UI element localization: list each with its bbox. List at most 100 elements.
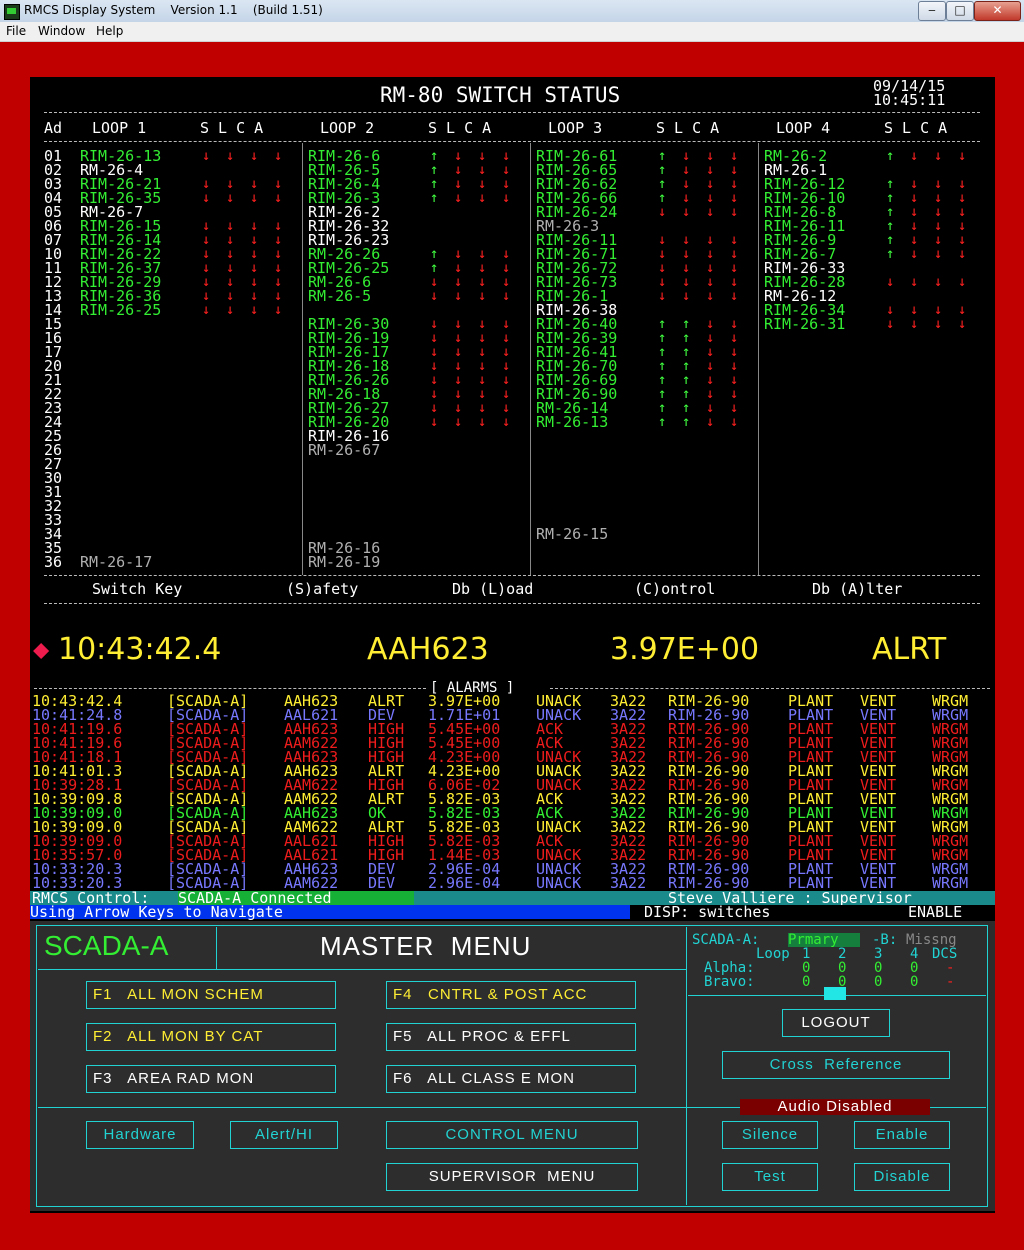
arrow-down-icon: ↓ xyxy=(226,148,235,164)
test-button[interactable]: Test xyxy=(722,1163,818,1191)
arrow-up-icon: ↑ xyxy=(658,386,667,402)
menu-window[interactable]: Window xyxy=(38,24,85,38)
arrow-down-icon: ↓ xyxy=(910,274,919,290)
arrow-down-icon: ↓ xyxy=(250,302,259,318)
maximize-button[interactable]: □ xyxy=(946,1,974,21)
arrow-down-icon: ↓ xyxy=(502,386,511,402)
arrow-down-icon: ↓ xyxy=(250,148,259,164)
window-titlebar[interactable]: RMCS Display System Version 1.1 (Build 1… xyxy=(0,0,1024,23)
arrow-down-icon: ↓ xyxy=(934,218,943,234)
arrow-down-icon: ↓ xyxy=(910,148,919,164)
arrow-down-icon: ↓ xyxy=(730,176,739,192)
arrow-down-icon: ↓ xyxy=(706,176,715,192)
arrow-down-icon: ↓ xyxy=(502,344,511,360)
logout-button[interactable]: LOGOUT xyxy=(782,1009,890,1037)
arrow-down-icon: ↓ xyxy=(202,232,211,248)
arrow-down-icon: ↓ xyxy=(274,260,283,276)
alert-hi-button[interactable]: Alert/HI xyxy=(230,1121,338,1149)
switch-item[interactable]: RM-26-15 xyxy=(536,527,608,542)
arrow-down-icon: ↓ xyxy=(910,316,919,332)
arrow-down-icon: ↓ xyxy=(226,288,235,304)
divider xyxy=(44,603,980,604)
divider xyxy=(38,969,686,970)
arrow-down-icon: ↓ xyxy=(682,274,691,290)
arrow-up-icon: ↑ xyxy=(430,190,439,206)
legend-load: Db (L)oad xyxy=(452,580,534,598)
arrow-down-icon: ↓ xyxy=(478,288,487,304)
minimize-button[interactable]: ‒ xyxy=(918,1,946,21)
arrow-up-icon: ↑ xyxy=(658,414,667,430)
switch-item[interactable]: RIM-26-31 xyxy=(764,317,845,332)
arrow-down-icon: ↓ xyxy=(958,232,967,248)
arrow-up-icon: ↑ xyxy=(658,330,667,346)
arrow-down-icon: ↓ xyxy=(934,204,943,220)
scada-b-status-value: Missng xyxy=(906,932,957,948)
master-menu-panel: SCADA-A MASTER MENU F1 ALL MON SCHEM F2 … xyxy=(30,921,995,1211)
arrow-down-icon: ↓ xyxy=(250,176,259,192)
switch-item[interactable]: RM-26-67 xyxy=(308,443,380,458)
alarm-loc: PLANT xyxy=(788,874,834,892)
arrow-down-icon: ↓ xyxy=(274,274,283,290)
heartbeat-indicator xyxy=(824,987,846,1000)
enable-button[interactable]: Enable xyxy=(854,1121,950,1149)
arrow-down-icon: ↓ xyxy=(658,246,667,262)
alarm-row[interactable]: 10:33:20.3 [SCADA-A] AAM622 DEV 2.96E-04 UNAC… xyxy=(30,874,995,892)
menu-file[interactable]: File xyxy=(6,24,26,38)
disable-button[interactable]: Disable xyxy=(854,1163,950,1191)
arrow-down-icon: ↓ xyxy=(682,204,691,220)
f6-all-class-e-mon-button[interactable]: F6 ALL CLASS E MON xyxy=(386,1065,636,1093)
switch-item[interactable]: RM-26-17 xyxy=(80,555,152,570)
arrow-down-icon: ↓ xyxy=(658,260,667,276)
arrow-up-icon: ↑ xyxy=(682,414,691,430)
f1-all-mon-schem-button[interactable]: F1 ALL MON SCHEM xyxy=(86,981,336,1009)
switch-item[interactable]: RM-26-19 xyxy=(308,555,380,570)
alarm-type: DEV xyxy=(368,874,396,892)
arrow-down-icon: ↓ xyxy=(958,190,967,206)
arrow-down-icon: ↓ xyxy=(274,288,283,304)
arrow-down-icon: ↓ xyxy=(454,162,463,178)
switch-item[interactable]: RM-26-5 xyxy=(308,289,371,304)
switch-item[interactable]: RIM-26-25 xyxy=(80,303,161,318)
arrow-down-icon: ↓ xyxy=(958,176,967,192)
status-bar-nav: Using Arrow Keys to Navigate DISP: switc… xyxy=(30,903,995,921)
arrow-down-icon: ↓ xyxy=(886,274,895,290)
alpha-label: Alpha: xyxy=(704,960,755,976)
arrow-down-icon: ↓ xyxy=(958,246,967,262)
silence-button[interactable]: Silence xyxy=(722,1121,818,1149)
arrow-down-icon: ↓ xyxy=(454,386,463,402)
arrow-down-icon: ↓ xyxy=(730,414,739,430)
arrow-down-icon: ↓ xyxy=(250,190,259,206)
menu-bar: File Window Help xyxy=(0,22,1024,42)
loop1-slca-header: S L C A xyxy=(200,119,264,137)
switch-item[interactable]: RM-26-13 xyxy=(536,415,608,430)
menu-help[interactable]: Help xyxy=(96,24,123,38)
close-button[interactable]: ✕ xyxy=(974,1,1021,21)
cross-reference-button[interactable]: Cross Reference xyxy=(722,1051,950,1079)
arrow-down-icon: ↓ xyxy=(706,372,715,388)
loop-number: 3 xyxy=(874,946,883,962)
arrow-up-icon: ↑ xyxy=(658,162,667,178)
arrow-down-icon: ↓ xyxy=(478,260,487,276)
arrow-up-icon: ↑ xyxy=(658,148,667,164)
divider xyxy=(44,112,980,113)
alarm-src: [SCADA-A] xyxy=(167,874,249,892)
arrow-down-icon: ↓ xyxy=(658,274,667,290)
arrow-up-icon: ↑ xyxy=(658,176,667,192)
supervisor-menu-button[interactable]: SUPERVISOR MENU xyxy=(386,1163,638,1191)
f5-all-proc-effl-button[interactable]: F5 ALL PROC & EFFL xyxy=(386,1023,636,1051)
hardware-button[interactable]: Hardware xyxy=(86,1121,194,1149)
arrow-down-icon: ↓ xyxy=(502,358,511,374)
display-screen: RM-80 SWITCH STATUS 09/14/15 10:45:11 Ad… xyxy=(30,77,995,1213)
arrow-down-icon: ↓ xyxy=(706,316,715,332)
f3-area-rad-mon-button[interactable]: F3 AREA RAD MON xyxy=(86,1065,336,1093)
arrow-down-icon: ↓ xyxy=(730,372,739,388)
legend-safety: (S)afety xyxy=(286,580,359,598)
control-menu-button[interactable]: CONTROL MENU xyxy=(386,1121,638,1149)
f4-cntrl-post-acc-button[interactable]: F4 CNTRL & POST ACC xyxy=(386,981,636,1009)
arrow-down-icon: ↓ xyxy=(730,274,739,290)
f2-all-mon-by-cat-button[interactable]: F2 ALL MON BY CAT xyxy=(86,1023,336,1051)
arrow-down-icon: ↓ xyxy=(682,190,691,206)
arrow-down-icon: ↓ xyxy=(202,246,211,262)
enable-indicator: ENABLE xyxy=(908,903,963,921)
arrow-up-icon: ↑ xyxy=(682,386,691,402)
